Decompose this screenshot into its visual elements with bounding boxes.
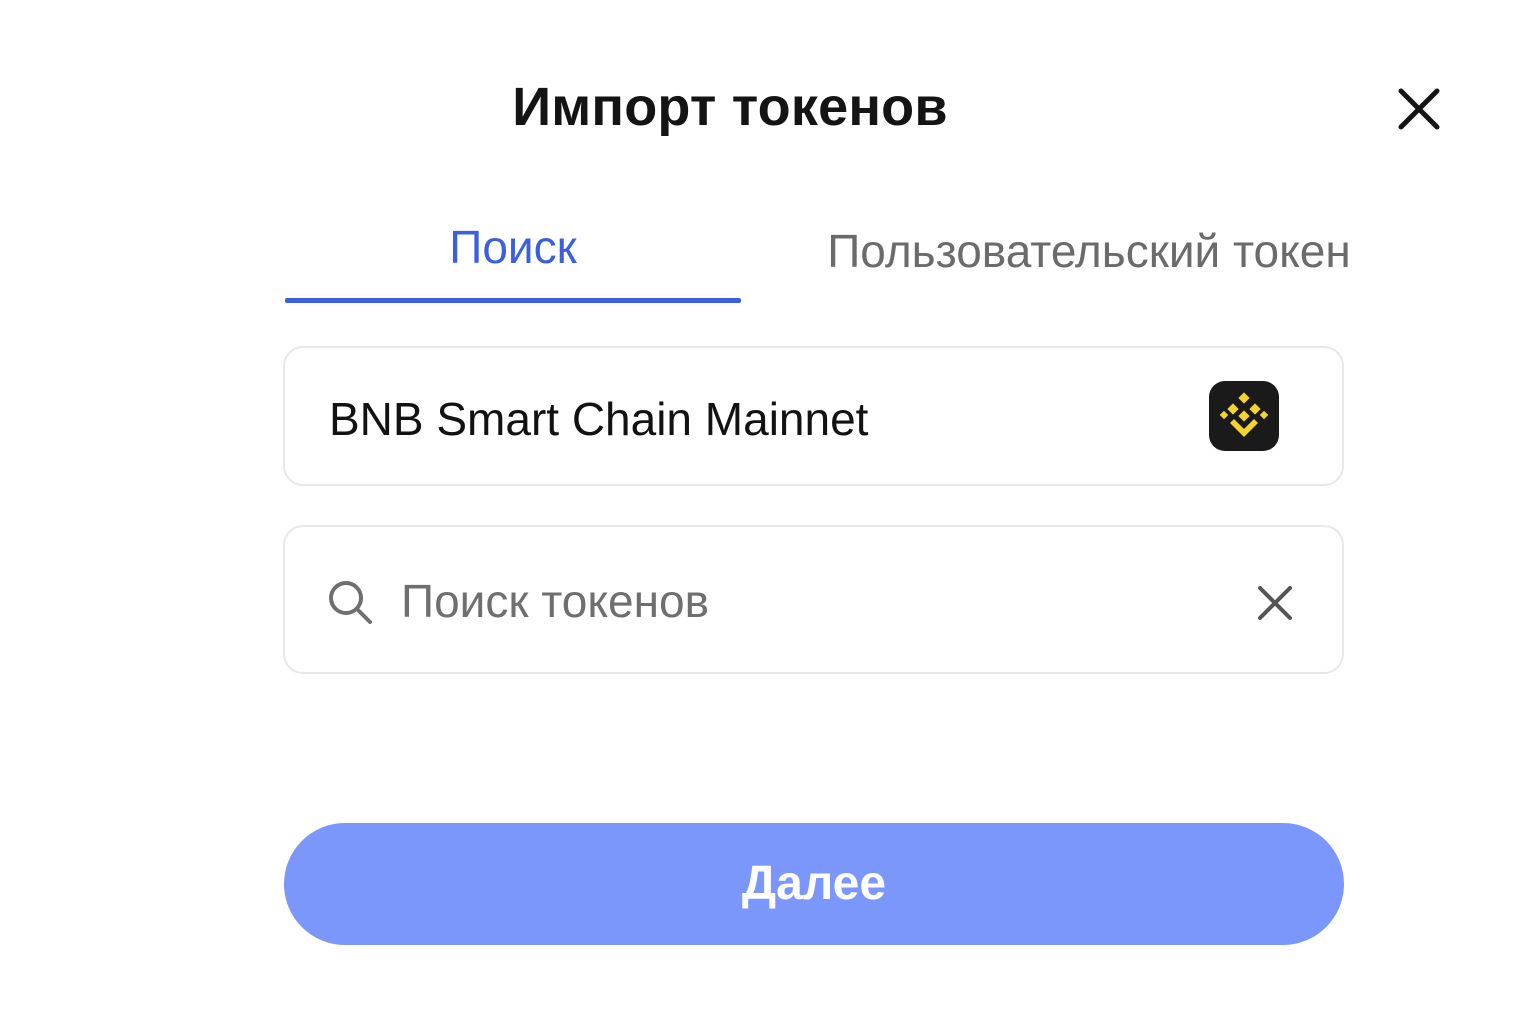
- search-icon: [325, 577, 375, 627]
- next-button[interactable]: Далее: [284, 823, 1344, 945]
- dialog-title: Импорт токенов: [512, 77, 948, 137]
- active-tab-indicator: [285, 298, 741, 303]
- bnb-chain-logo-icon: [1209, 381, 1279, 451]
- tab-bar: Поиск Пользовательский токен: [285, 212, 1375, 306]
- clear-icon: [1258, 586, 1292, 620]
- import-tokens-dialog: Импорт токенов Поиск Пользовательский то…: [0, 0, 1536, 1024]
- clear-search-button[interactable]: [1255, 583, 1295, 623]
- tab-custom-token[interactable]: Пользовательский токен: [809, 224, 1369, 318]
- token-search-box: [283, 525, 1344, 674]
- close-button[interactable]: [1392, 82, 1446, 136]
- token-search-input[interactable]: [401, 567, 1221, 635]
- network-selector[interactable]: BNB Smart Chain Mainnet: [283, 346, 1344, 486]
- network-name: BNB Smart Chain Mainnet: [329, 393, 869, 445]
- close-icon: [1398, 88, 1440, 130]
